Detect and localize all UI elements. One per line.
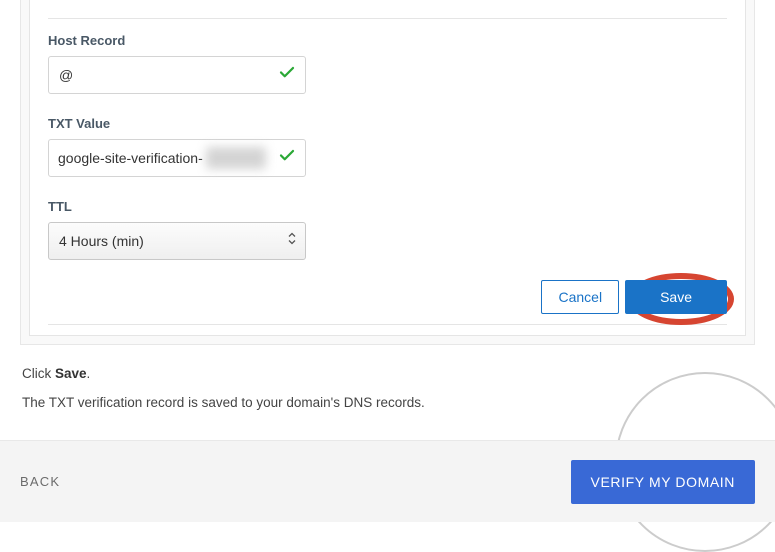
txt-value-field: TXT Value google-site-verification- <box>48 116 727 177</box>
ttl-field: TTL 4 Hours (min) <box>48 199 727 260</box>
txt-value-label: TXT Value <box>48 116 727 131</box>
instructions-block: Click Save. The TXT verification record … <box>20 345 755 437</box>
host-record-input[interactable] <box>48 56 306 94</box>
txt-value-input[interactable] <box>48 139 306 177</box>
footer-bar: BACK VERIFY MY DOMAIN <box>0 440 775 522</box>
save-button[interactable]: Save <box>625 280 727 314</box>
host-record-label: Host Record <box>48 33 727 48</box>
verify-my-domain-button[interactable]: VERIFY MY DOMAIN <box>571 460 755 504</box>
form-card-outer: Host Record TXT Value google-site-verifi… <box>20 0 755 345</box>
back-link[interactable]: BACK <box>20 474 60 489</box>
instruction-line-1: Click Save. <box>22 363 753 386</box>
action-row: Cancel Save <box>48 274 727 325</box>
cancel-button[interactable]: Cancel <box>541 280 619 314</box>
instruction-line-2: The TXT verification record is saved to … <box>22 392 753 415</box>
host-record-field: Host Record <box>48 33 727 94</box>
divider <box>48 18 727 19</box>
ttl-label: TTL <box>48 199 727 214</box>
ttl-select[interactable]: 4 Hours (min) <box>48 222 306 260</box>
redacted-blur <box>206 147 266 169</box>
form-card: Host Record TXT Value google-site-verifi… <box>29 0 746 336</box>
